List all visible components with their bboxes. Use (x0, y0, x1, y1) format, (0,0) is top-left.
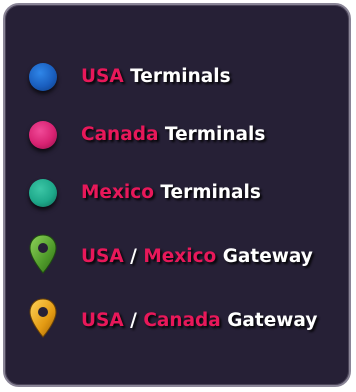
legend-label: USA / Canada Gateway (81, 308, 317, 334)
legend-label: Canada Terminals (81, 122, 265, 148)
legend-separator: / (130, 246, 137, 267)
legend-country: USA (81, 246, 124, 267)
legend-country: USA (81, 66, 124, 87)
legend-panel: USA Terminals Canada Terminals Mexico Te… (3, 3, 351, 387)
legend-kind: Terminals (160, 182, 261, 203)
legend-item-usa-canada-gateway: USA / Canada Gateway (5, 298, 349, 341)
legend-label: Mexico Terminals (81, 180, 261, 206)
teal-circle-icon (29, 179, 57, 207)
legend-kind: Terminals (164, 124, 266, 145)
pink-circle-icon (29, 121, 57, 149)
green-map-pin-icon (29, 234, 57, 274)
legend-country: USA (81, 310, 124, 331)
legend-label: USA Terminals (81, 64, 231, 90)
legend-country: Mexico (143, 246, 217, 267)
blue-circle-icon (29, 63, 57, 91)
legend-item-usa-mexico-gateway: USA / Mexico Gateway (5, 234, 349, 277)
legend-kind: Gateway (222, 246, 313, 267)
legend-item-usa-terminals: USA Terminals (5, 57, 349, 97)
legend-kind: Gateway (227, 310, 318, 331)
legend-kind: Terminals (130, 66, 231, 87)
orange-map-pin-icon (29, 298, 57, 338)
legend-item-canada-terminals: Canada Terminals (5, 115, 349, 155)
legend-item-mexico-terminals: Mexico Terminals (5, 173, 349, 213)
legend-separator: / (130, 310, 137, 331)
legend-country: Canada (143, 310, 221, 331)
legend-country: Canada (81, 124, 159, 145)
legend-country: Mexico (81, 182, 154, 203)
legend-label: USA / Mexico Gateway (81, 244, 313, 270)
